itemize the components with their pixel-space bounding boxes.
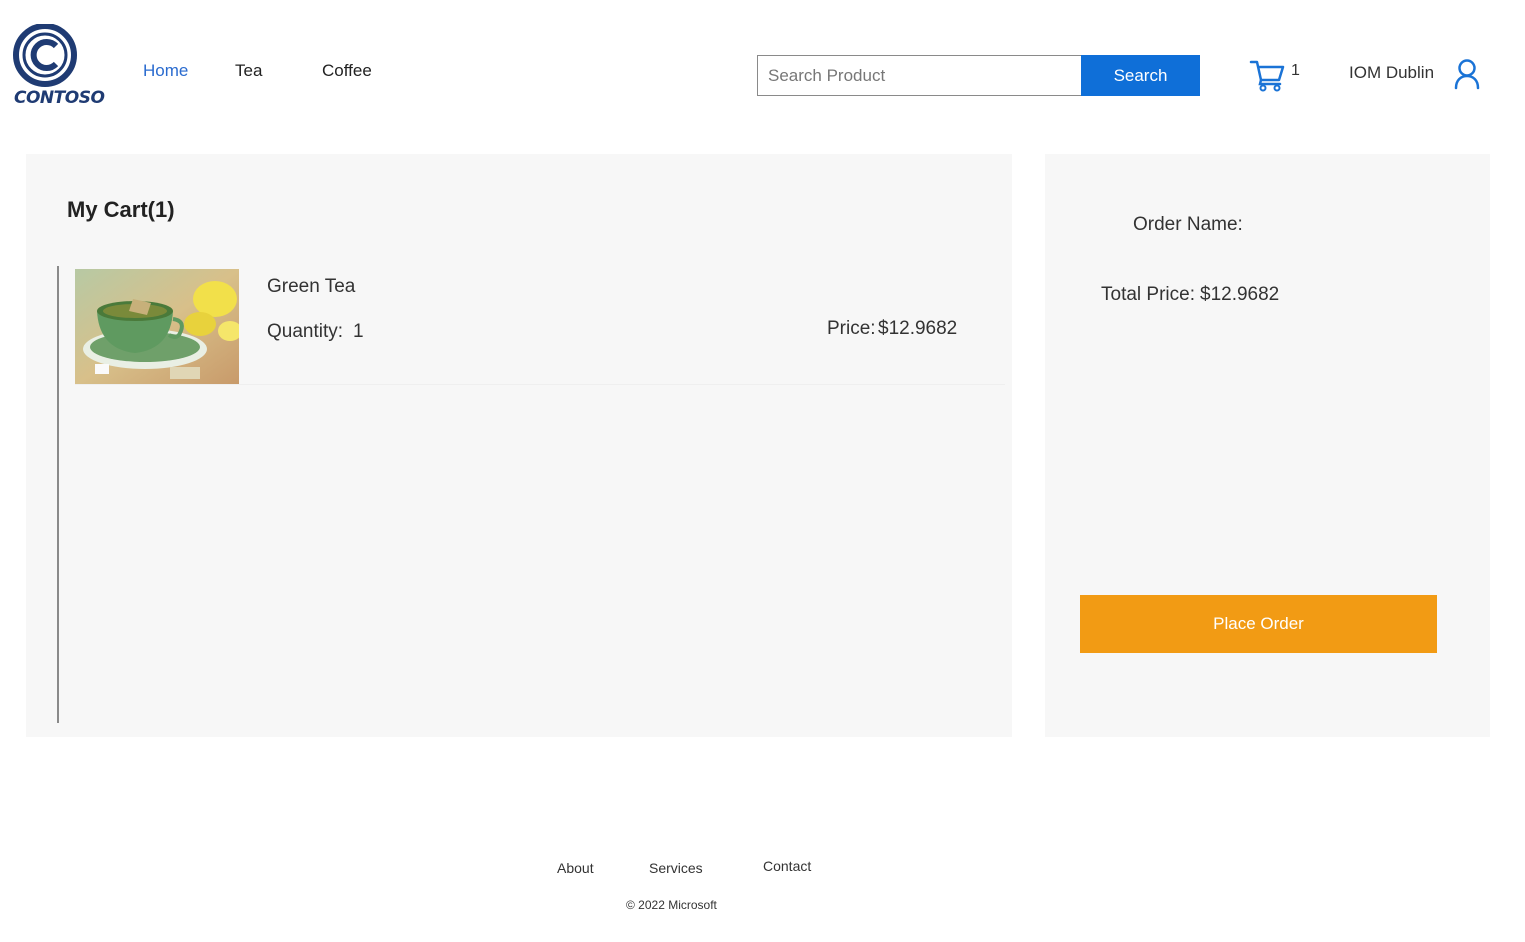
- cart-icon[interactable]: [1249, 58, 1285, 92]
- total-price-label: Total Price:: [1101, 284, 1195, 305]
- product-name: Green Tea: [267, 276, 356, 297]
- product-image: [75, 269, 242, 385]
- footer-contact-link[interactable]: Contact: [763, 858, 811, 874]
- nav-tea[interactable]: Tea: [235, 61, 262, 81]
- quantity-label: Quantity:: [267, 321, 344, 342]
- quantity-value: 1: [353, 321, 364, 342]
- user-icon[interactable]: [1453, 58, 1481, 90]
- cart-panel: My Cart(1) Green Tea Quantity: 1 Price: …: [26, 154, 1012, 737]
- total-price-value: $12.9682: [1200, 284, 1280, 305]
- search-input[interactable]: [757, 55, 1082, 96]
- order-summary-panel: Order Name: Total Price: $12.9682 Place …: [1045, 154, 1490, 737]
- nav-coffee[interactable]: Coffee: [322, 61, 372, 81]
- contoso-logo-mark: [13, 24, 77, 87]
- price-label: Price:: [827, 318, 876, 339]
- contoso-logo[interactable]: CONTOSO: [12, 24, 105, 110]
- place-order-button[interactable]: Place Order: [1080, 595, 1437, 653]
- cart-list-border: [57, 266, 59, 723]
- price-value: $12.9682: [878, 318, 958, 339]
- page: CONTOSO Home Tea Coffee Search 1 IOM Dub…: [0, 0, 1525, 942]
- cart-item-divider: [75, 384, 1005, 385]
- footer-services-link[interactable]: Services: [649, 860, 703, 876]
- footer-about-link[interactable]: About: [557, 860, 594, 876]
- logo-text: CONTOSO: [14, 88, 105, 108]
- copyright-text: © 2022 Microsoft: [626, 898, 717, 912]
- cart-title: My Cart(1): [67, 197, 175, 222]
- cart-item: Green Tea Quantity: 1 Price: $12.9682: [75, 266, 1005, 386]
- cart-count-badge: 1: [1291, 62, 1300, 79]
- user-name[interactable]: IOM Dublin: [1349, 63, 1434, 83]
- nav-home[interactable]: Home: [143, 61, 188, 81]
- search-button[interactable]: Search: [1081, 55, 1200, 96]
- order-name-label: Order Name:: [1133, 214, 1243, 235]
